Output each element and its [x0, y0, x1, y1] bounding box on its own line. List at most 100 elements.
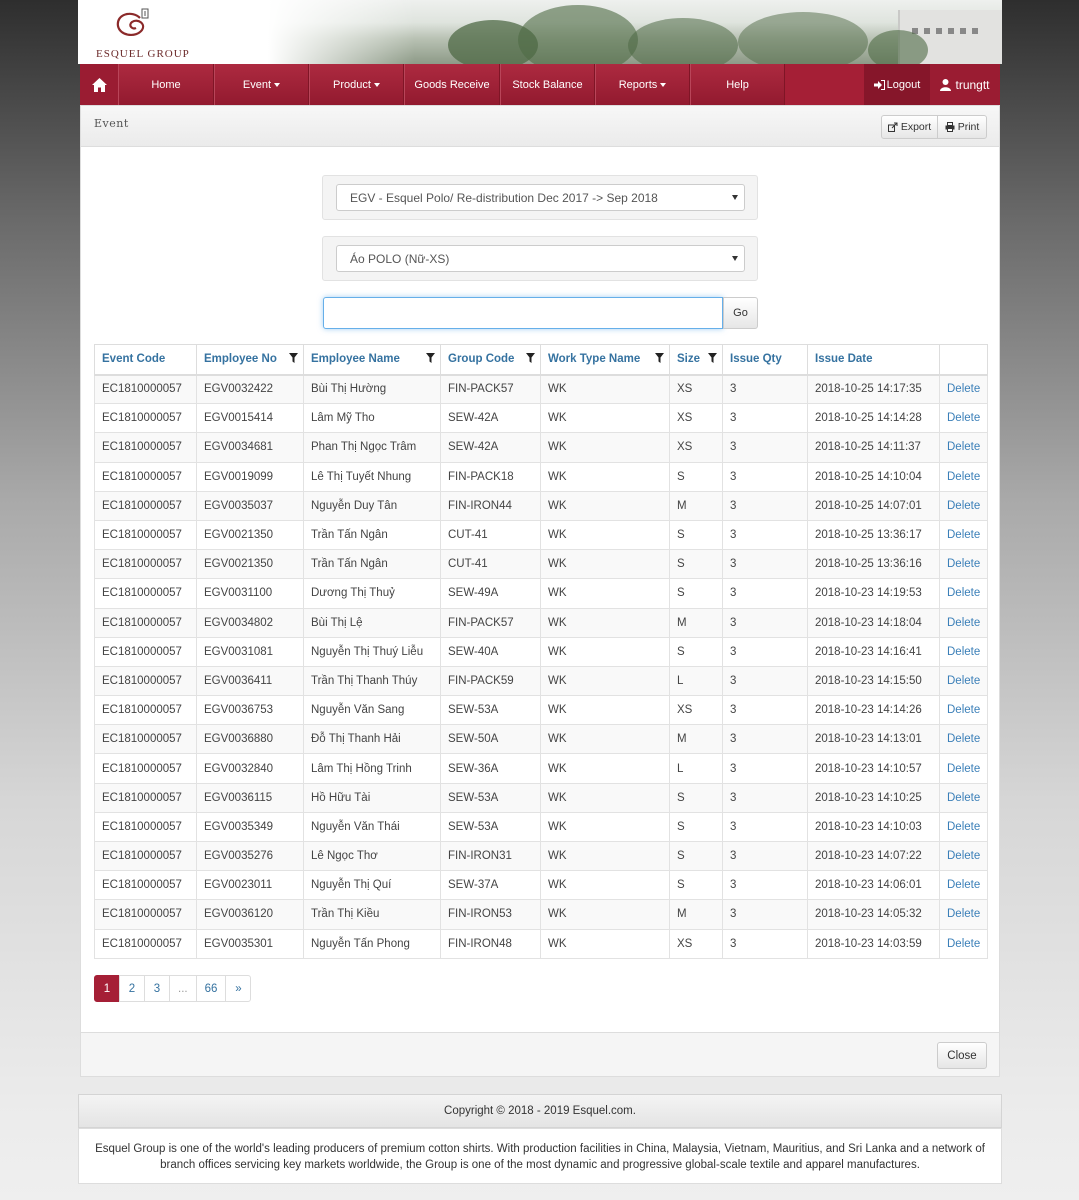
delete-link[interactable]: Delete: [939, 782, 988, 813]
page-button-3[interactable]: 3: [144, 975, 170, 1002]
page-ellipsis: ...: [169, 975, 197, 1002]
delete-link[interactable]: Delete: [939, 461, 988, 492]
employee-no-cell: EGV0032840: [196, 753, 304, 784]
nav-stock-balance[interactable]: Stock Balance: [500, 64, 595, 105]
issue-qty-cell: 3: [722, 461, 808, 492]
nav-goods-receive[interactable]: Goods Receive: [404, 64, 500, 105]
event-code-cell: EC1810000057: [94, 490, 197, 521]
export-button[interactable]: Export: [881, 115, 938, 139]
delete-link[interactable]: Delete: [939, 432, 988, 463]
table-row: EC1810000057 EGV0036120 Trần Thị Kiều FIN-I…: [94, 899, 988, 930]
delete-link[interactable]: Delete: [939, 403, 988, 434]
issue-qty-cell: 3: [722, 578, 808, 609]
event-select[interactable]: EGV - Esquel Polo/ Re-distribution Dec 2…: [336, 184, 745, 211]
issue-date-cell: 2018-10-25 13:36:16: [807, 549, 940, 580]
column-header[interactable]: Work Type Name: [540, 344, 670, 376]
delete-link[interactable]: Delete: [939, 870, 988, 901]
employee-name-cell: Nguyễn Thị Thuý Liễu: [303, 636, 441, 667]
employee-no-cell: EGV0031081: [196, 636, 304, 667]
work-type-cell: WK: [540, 519, 670, 551]
nav-reports-label: Reports: [618, 78, 658, 91]
event-code-cell: EC1810000057: [94, 899, 197, 930]
nav-event[interactable]: Event: [214, 64, 309, 105]
column-header[interactable]: Size: [669, 344, 723, 376]
logout-button[interactable]: Logout: [864, 64, 930, 105]
issue-date-cell: 2018-10-23 14:05:32: [807, 899, 940, 930]
issue-date-cell: 2018-10-23 14:10:57: [807, 753, 940, 784]
page-button-next[interactable]: »: [225, 975, 252, 1002]
nav-home[interactable]: Home: [118, 64, 214, 105]
product-select-well: Áo POLO (Nữ-XS): [322, 236, 758, 281]
search-input[interactable]: [323, 297, 723, 329]
group-code-cell: FIN-PACK57: [440, 607, 541, 638]
page-button-2[interactable]: 2: [119, 975, 145, 1002]
column-header[interactable]: Group Code: [440, 344, 541, 376]
size-cell: S: [669, 578, 723, 609]
filter-icon[interactable]: [526, 353, 535, 363]
column-header-label: Work Type Name: [548, 353, 641, 366]
print-label: Print: [957, 121, 980, 133]
delete-link[interactable]: Delete: [939, 578, 988, 609]
work-type-cell: WK: [540, 753, 670, 784]
delete-link[interactable]: Delete: [939, 519, 988, 551]
nav-reports[interactable]: Reports: [595, 64, 690, 105]
group-code-cell: FIN-PACK57: [440, 373, 541, 405]
table-row: EC1810000057 EGV0036880 Đỗ Thị Thanh Hải SE…: [94, 724, 988, 755]
page-button-1[interactable]: 1: [94, 975, 120, 1002]
size-cell: XS: [669, 695, 723, 726]
issue-date-cell: 2018-10-25 14:17:35: [807, 373, 940, 405]
go-label: Go: [733, 307, 748, 319]
size-cell: S: [669, 549, 723, 580]
delete-link[interactable]: Delete: [939, 607, 988, 638]
size-cell: S: [669, 870, 723, 901]
work-type-cell: WK: [540, 432, 670, 463]
filter-icon[interactable]: [426, 353, 435, 363]
work-type-cell: WK: [540, 811, 670, 843]
filter-icon[interactable]: [708, 353, 717, 363]
go-button[interactable]: Go: [723, 297, 758, 329]
nav-product[interactable]: Product: [309, 64, 404, 105]
delete-link[interactable]: Delete: [939, 490, 988, 521]
table-row: EC1810000057 EGV0021350 Trần Tấn Ngân CUT-4…: [94, 519, 988, 551]
column-header[interactable]: Employee No: [196, 344, 304, 376]
issue-date-cell: 2018-10-25 14:11:37: [807, 432, 940, 463]
size-cell: S: [669, 519, 723, 551]
delete-link[interactable]: Delete: [939, 665, 988, 697]
export-icon: [887, 122, 898, 132]
nav-help[interactable]: Help: [690, 64, 785, 105]
event-code-cell: EC1810000057: [94, 695, 197, 726]
nav-home-button[interactable]: [80, 64, 118, 105]
delete-link[interactable]: Delete: [939, 840, 988, 872]
delete-link[interactable]: Delete: [939, 724, 988, 755]
delete-link[interactable]: Delete: [939, 695, 988, 726]
column-header[interactable]: Issue Qty: [722, 344, 808, 376]
filter-icon[interactable]: [655, 353, 664, 363]
filter-icon[interactable]: [289, 353, 298, 363]
close-button[interactable]: Close: [937, 1042, 987, 1069]
table-row: EC1810000057 EGV0036115 Hồ Hữu Tài SEW-53A W…: [94, 782, 988, 813]
issue-qty-cell: 3: [722, 870, 808, 901]
size-cell: XS: [669, 373, 723, 405]
delete-link[interactable]: Delete: [939, 753, 988, 784]
delete-link[interactable]: Delete: [939, 928, 988, 959]
esquel-logo[interactable]: ESQUEL GROUP: [96, 4, 189, 60]
table-row: EC1810000057 EGV0031081 Nguyễn Thị Thuý Li…: [94, 636, 988, 667]
delete-link[interactable]: Delete: [939, 899, 988, 930]
delete-link[interactable]: Delete: [939, 549, 988, 580]
delete-link[interactable]: Delete: [939, 636, 988, 667]
group-code-cell: SEW-37A: [440, 870, 541, 901]
product-select[interactable]: Áo POLO (Nữ-XS): [336, 245, 745, 272]
user-menu[interactable]: trungtt: [930, 64, 1000, 105]
delete-link[interactable]: Delete: [939, 811, 988, 843]
column-header[interactable]: Event Code: [94, 344, 197, 376]
table-row: EC1810000057 EGV0015414 Lâm Mỹ Tho SEW-42A W…: [94, 403, 988, 434]
print-button[interactable]: Print: [937, 115, 987, 139]
event-code-cell: EC1810000057: [94, 461, 197, 492]
employee-name-cell: Trần Tấn Ngân: [303, 519, 441, 551]
employee-no-cell: EGV0034802: [196, 607, 304, 638]
delete-link[interactable]: Delete: [939, 373, 988, 405]
column-header[interactable]: Employee Name: [303, 344, 441, 376]
issue-date-cell: 2018-10-23 14:14:26: [807, 695, 940, 726]
page-button-last[interactable]: 66: [195, 975, 227, 1002]
column-header[interactable]: Issue Date: [807, 344, 940, 376]
